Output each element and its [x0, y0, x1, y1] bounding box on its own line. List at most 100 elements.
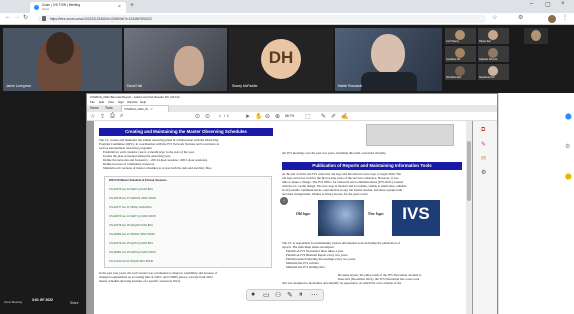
page-number[interactable]: 1 — [219, 114, 221, 118]
participant-head — [371, 34, 405, 74]
page-up-icon[interactable]: ⊙ — [195, 113, 200, 120]
reload-icon[interactable]: ↻ — [23, 14, 28, 21]
panel-icon[interactable]: ⬤ — [565, 113, 572, 120]
participant-name: Martin Rosowski — [338, 84, 363, 88]
more-icon[interactable]: ⋯ — [311, 291, 318, 299]
thumb-avatar — [488, 30, 498, 40]
export-pdf-icon[interactable]: ⧉ — [481, 127, 485, 134]
zoom-share-toolbar: ● ▭ ⚇ ✎ ⏸ ⋯ — [246, 289, 324, 301]
share-button[interactable]: Share — [70, 301, 86, 305]
thumb-name: Gabriele Schouw — [479, 58, 498, 61]
table-row: IVS-R4978 Jan 07 KkWzMa USNO WASH — [109, 197, 157, 200]
new-tab-button[interactable]: + — [130, 2, 134, 9]
participant-tile[interactable]: David Hall — [124, 28, 227, 91]
new-logo-text: IVS — [402, 204, 430, 223]
section-heading: Publication of Reports and Maintaining I… — [282, 162, 462, 170]
participant-tile[interactable]: Jamie Lovegrove — [3, 28, 122, 91]
zoom-level[interactable]: 68.7% — [285, 114, 294, 118]
thumb-tile[interactable]: Geraldine Riz — [445, 46, 476, 62]
panel-icon[interactable]: ⚙ — [565, 143, 570, 150]
tab-home[interactable]: Home — [90, 105, 99, 112]
thumb-name: Stephanie Fort — [479, 76, 495, 79]
zoom-bottom-bar: Zoom Meeting 3:01 GF 2022 Share — [0, 295, 86, 314]
annotate-icon[interactable]: ✎ — [287, 291, 293, 299]
upload-icon[interactable]: ⇪ — [100, 113, 105, 120]
prev-page-arrow[interactable]: ‹ — [280, 197, 288, 205]
maximize-icon[interactable]: ▢ — [545, 1, 551, 8]
mic-icon[interactable]: ● — [251, 291, 255, 298]
menu-icon[interactable]: ⋮ — [562, 14, 568, 21]
tab-document[interactable]: IVS2019_2021_B... × — [121, 105, 169, 112]
more-tools-icon[interactable]: ⚙ — [481, 169, 486, 176]
section-heading: Creating and Maintaining the Master Obse… — [99, 128, 273, 136]
thumb-tile[interactable]: Hanne Kerr — [478, 28, 509, 44]
thumb-name: Jon Huberty — [446, 40, 459, 43]
acrobat-toolbar: ☆ ⇪ ⎙ ⌕ ⊙ ⊙ 1 / 1 ➤ ✋ ⊖ ⊕ 68.7% ⬚ ✎ ✐ ✍ — [87, 112, 497, 121]
profile-avatar[interactable] — [548, 15, 556, 23]
select-icon[interactable]: ➤ — [245, 113, 250, 120]
thumb-avatar — [455, 66, 465, 76]
tab-close-icon[interactable]: × — [118, 4, 121, 10]
page-down-icon[interactable]: ⊙ — [205, 113, 210, 120]
section-title: Creating and Maintaining the Master Obse… — [125, 129, 247, 134]
print-icon[interactable]: ⎙ — [110, 113, 115, 120]
minimize-icon[interactable]: – — [530, 1, 533, 7]
scrollbar-thumb[interactable] — [467, 141, 471, 201]
url-text: https://ieee-zoom.us/wc/100120123460/1e1… — [50, 17, 152, 21]
participant-name: Stacey McFaddie — [232, 84, 258, 88]
window-controls: – ▢ × — [528, 1, 572, 10]
comment-pane-icon[interactable]: ✉ — [481, 155, 486, 162]
thumb-tile[interactable]: Jon Huberty — [445, 28, 476, 44]
new-logo-label: New logo: — [368, 212, 384, 216]
url-field[interactable]: https://ieee-zoom.us/wc/100120123460/1e1… — [38, 15, 486, 23]
pdf-scrollbar[interactable] — [466, 121, 472, 314]
table-row: 2021 IVS Master Schedule of 24 Hour Sess… — [109, 179, 167, 182]
highlight-icon[interactable]: ✐ — [331, 113, 336, 120]
section-title: Publication of Reports and Maintaining I… — [312, 163, 432, 168]
table-row: IVS-R1978 Jan 18 KkNyWz NASA BKG — [109, 224, 154, 227]
participant-name: David Hall — [127, 84, 143, 88]
star-icon[interactable]: ☆ — [492, 14, 497, 21]
thumb-name: Hanne Kerr — [479, 40, 492, 43]
participant-tile[interactable]: DH Stacey McFaddie — [229, 28, 333, 91]
table-row: IVS-R1976 Jan 04 KkWzYg NASA BKG — [109, 188, 154, 191]
participants-icon[interactable]: ⚇ — [275, 291, 281, 299]
thumb-avatar — [488, 48, 498, 58]
table-row: IVS-R1977 Jan 11 HtKkNy NASA BKG — [109, 206, 152, 209]
extensions-icon[interactable]: ⚙ — [518, 14, 523, 21]
fit-icon[interactable]: ⬚ — [305, 113, 311, 120]
save-icon[interactable]: ☆ — [90, 113, 95, 120]
comment-icon[interactable]: ✎ — [321, 113, 326, 120]
participant-tile[interactable]: Martin Rosowski — [335, 28, 442, 91]
back-icon[interactable]: ← — [5, 14, 11, 20]
thumb-tile[interactable] — [524, 28, 548, 44]
hand-icon[interactable]: ✋ — [255, 113, 262, 120]
thumb-tile[interactable]: Stephanie Fort — [478, 64, 509, 80]
thumb-tile[interactable]: Gabriele Schouw — [478, 46, 509, 62]
zoom-side-panel: ⬤ ⚙ ⬤ — [498, 93, 574, 314]
zoom-out-icon[interactable]: ⊖ — [265, 113, 270, 120]
sign-icon[interactable]: ✍ — [341, 113, 348, 120]
edit-pdf-icon[interactable]: ✎ — [481, 141, 486, 148]
thumb-avatar — [455, 48, 465, 58]
pause-share-icon[interactable]: ⏸ — [299, 291, 303, 299]
zoom-in-icon[interactable]: ⊕ — [275, 113, 280, 120]
thumb-tile[interactable]: Dick Bannister — [445, 64, 476, 80]
tab-tools[interactable]: Tools — [105, 105, 113, 112]
meeting-time: 3:01 GF 2022 — [32, 298, 53, 302]
table-row: IVS-T2144 Feb 02 HtNyWz BKG BONN — [109, 260, 154, 263]
thumb-avatar — [488, 66, 498, 76]
search-icon[interactable]: ⌕ — [120, 113, 123, 120]
browser-tab[interactable]: Zoom | IVS TOW | Meeting Zoom × — [30, 2, 126, 13]
table-row: IVS-R4979 Jan 14 KkWzYg USNO WASH — [109, 215, 156, 218]
participant-body — [361, 72, 417, 91]
address-bar-row: ← → ↻ https://ieee-zoom.us/wc/1001201234… — [0, 13, 574, 25]
video-icon[interactable]: ▭ — [263, 291, 270, 299]
bullet-item: Maintain web versions of master schedule… — [103, 166, 212, 170]
close-icon[interactable]: × — [561, 1, 565, 7]
panel-icon[interactable]: ⬤ — [565, 173, 572, 180]
forward-icon[interactable]: → — [14, 14, 20, 20]
thumb-avatar — [455, 30, 465, 40]
body-line: and dark backgrounds. Thanks to Nancy Ko… — [282, 192, 368, 196]
photo-caption: All IVS meetings over the past two years… — [282, 151, 387, 155]
